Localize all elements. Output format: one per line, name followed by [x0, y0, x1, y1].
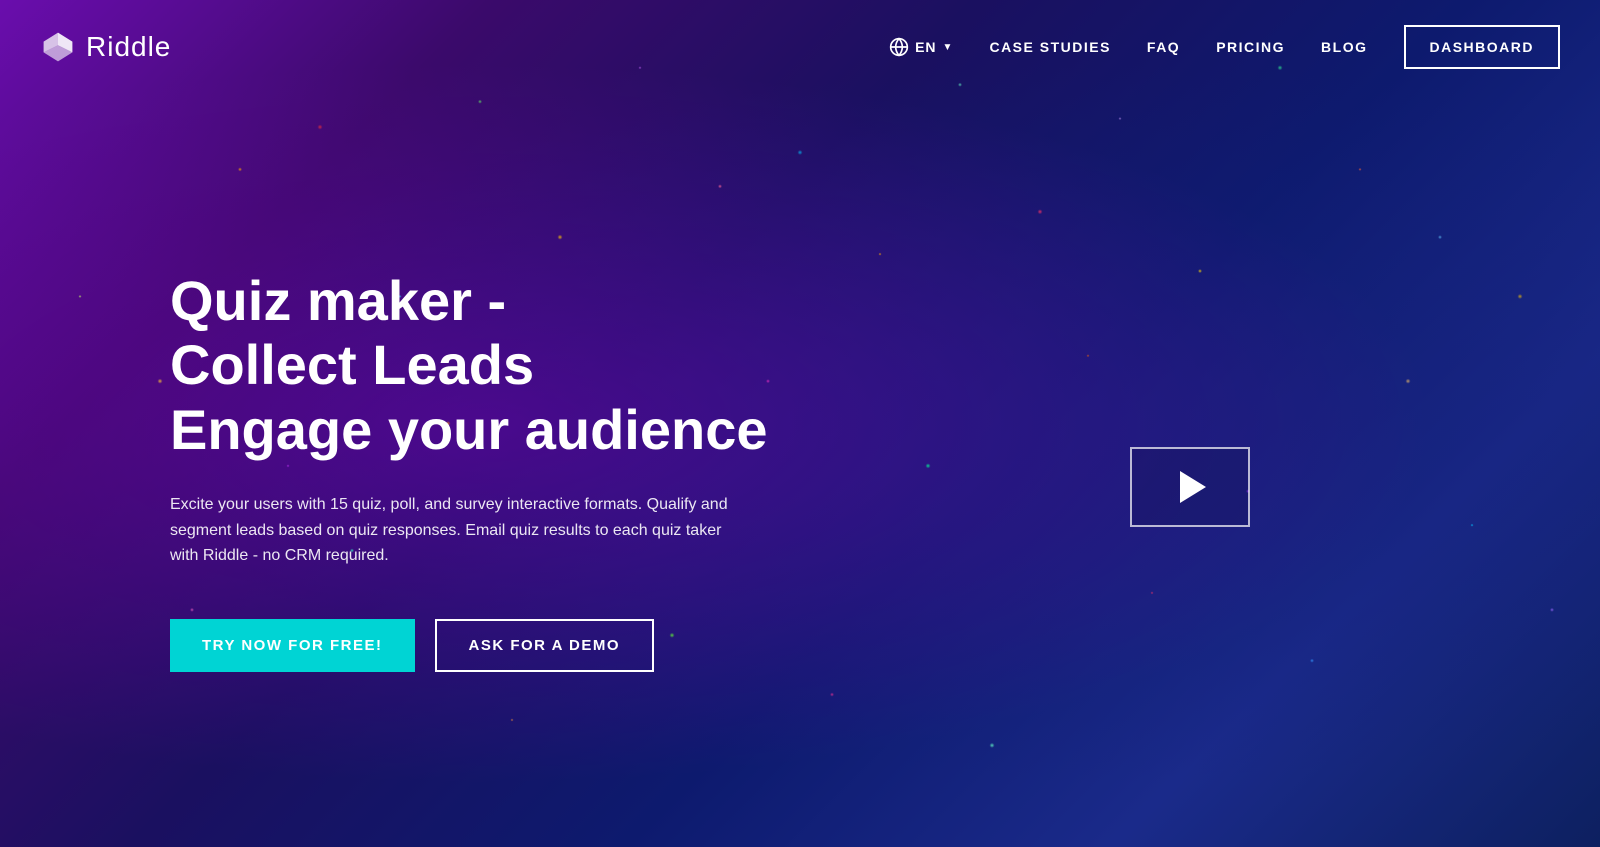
- nav-pricing[interactable]: PRICING: [1216, 39, 1285, 55]
- ask-demo-button[interactable]: ASK FOR A DEMO: [435, 619, 655, 672]
- nav-faq[interactable]: FAQ: [1147, 39, 1180, 55]
- logo-icon: [40, 29, 76, 65]
- hero-title-line1: Quiz maker -: [170, 269, 506, 332]
- nav-case-studies[interactable]: CASE STUDIES: [989, 39, 1110, 55]
- hero-section: Riddle EN ▼ CASE STUDIES FAQ PRICING BLO…: [0, 0, 1600, 847]
- globe-icon: [889, 37, 909, 57]
- nav-links: EN ▼ CASE STUDIES FAQ PRICING BLOG DASHB…: [889, 25, 1560, 69]
- play-triangle-icon: [1180, 471, 1206, 503]
- navbar: Riddle EN ▼ CASE STUDIES FAQ PRICING BLO…: [0, 0, 1600, 94]
- hero-text-block: Quiz maker - Collect Leads Engage your a…: [170, 269, 768, 672]
- logo[interactable]: Riddle: [40, 29, 171, 65]
- chevron-down-icon: ▼: [943, 42, 954, 53]
- lang-selector[interactable]: EN ▼: [889, 37, 953, 57]
- hero-description: Excite your users with 15 quiz, poll, an…: [170, 492, 730, 569]
- try-now-button[interactable]: TRY NOW FOR FREE!: [170, 619, 415, 672]
- hero-buttons: TRY NOW FOR FREE! ASK FOR A DEMO: [170, 619, 768, 672]
- logo-text: Riddle: [86, 31, 171, 63]
- hero-title-line3: Engage your audience: [170, 398, 768, 461]
- hero-title-line2: Collect Leads: [170, 333, 534, 396]
- hero-content: Quiz maker - Collect Leads Engage your a…: [0, 94, 1600, 847]
- dashboard-button[interactable]: DASHBOARD: [1404, 25, 1561, 69]
- play-button-container: [1130, 447, 1250, 527]
- nav-blog[interactable]: BLOG: [1321, 39, 1367, 55]
- hero-title: Quiz maker - Collect Leads Engage your a…: [170, 269, 768, 462]
- play-button[interactable]: [1130, 447, 1250, 527]
- lang-label: EN: [915, 39, 936, 55]
